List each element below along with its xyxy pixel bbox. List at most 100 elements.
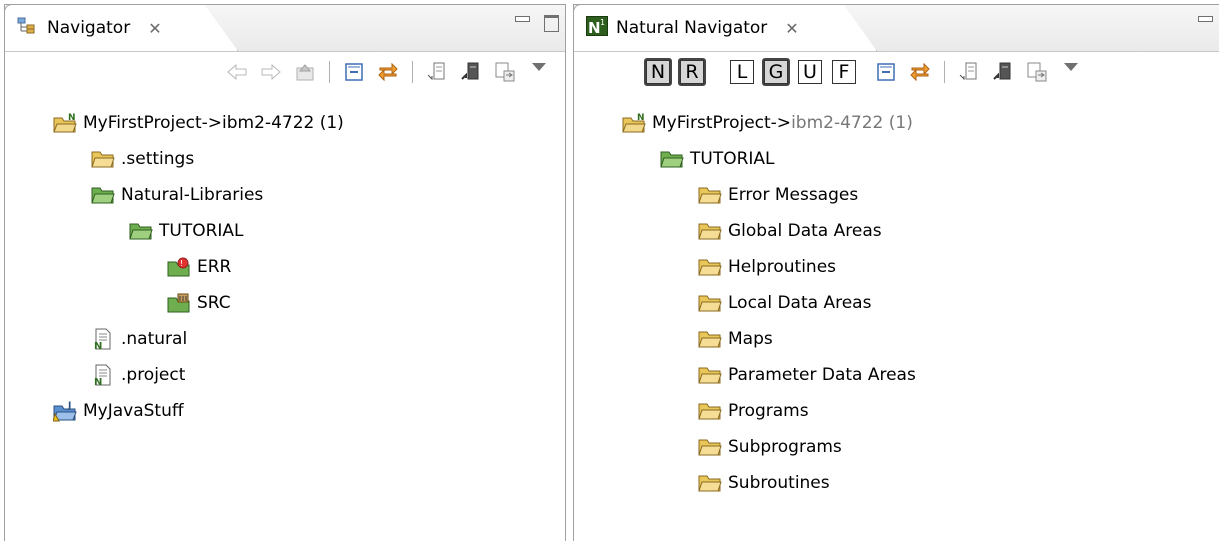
tree-node-label: .project bbox=[121, 365, 186, 385]
tab-title: Natural Navigator bbox=[616, 18, 768, 38]
toolbar-separator bbox=[412, 61, 413, 83]
filter-letter: G bbox=[764, 60, 788, 84]
svg-text:1: 1 bbox=[600, 18, 605, 27]
link-with-editor-icon[interactable] bbox=[376, 60, 400, 84]
source-folder-icon bbox=[167, 292, 191, 314]
toolbar-separator bbox=[329, 61, 330, 83]
maximize-icon[interactable] bbox=[544, 15, 559, 32]
object-group-node[interactable]: Parameter Data Areas bbox=[698, 359, 916, 391]
tab-navigator[interactable]: Navigator ✕ bbox=[4, 4, 238, 51]
project-separator: -> bbox=[770, 113, 792, 133]
link-with-editor-icon[interactable] bbox=[908, 60, 932, 84]
object-group-node[interactable]: Error Messages bbox=[698, 179, 858, 211]
synchronize-icon[interactable] bbox=[493, 60, 517, 84]
close-icon[interactable]: ✕ bbox=[148, 19, 161, 38]
natural-navigator-icon: N1 bbox=[586, 16, 608, 41]
tree-node-label: TUTORIAL bbox=[159, 221, 244, 241]
object-group-node[interactable]: Local Data Areas bbox=[698, 287, 871, 319]
natural-navigator-view: N1 Natural Navigator ✕ NRLGUF N MyFirstP… bbox=[573, 4, 1219, 541]
svg-text:N: N bbox=[94, 377, 102, 386]
filter-button-l[interactable]: L bbox=[728, 58, 756, 86]
folder-yellow-icon bbox=[698, 472, 722, 494]
filter-letter: L bbox=[730, 60, 754, 84]
tree-node-label: .natural bbox=[121, 329, 188, 349]
natural-file-icon: N bbox=[91, 328, 115, 350]
natural-project-icon: N bbox=[622, 112, 646, 134]
folder-yellow-icon bbox=[698, 220, 722, 242]
navigator-toolbar bbox=[5, 52, 565, 92]
filter-letter: N bbox=[646, 60, 670, 84]
object-group-label: Global Data Areas bbox=[728, 221, 882, 241]
minimize-icon[interactable] bbox=[515, 15, 530, 22]
object-group-node[interactable]: Global Data Areas bbox=[698, 215, 882, 247]
folder-green-icon bbox=[91, 184, 115, 206]
filter-button-g[interactable]: G bbox=[762, 58, 790, 86]
close-icon[interactable]: ✕ bbox=[785, 19, 798, 38]
tab-natural-navigator[interactable]: N1 Natural Navigator ✕ bbox=[573, 4, 877, 51]
object-group-label: Parameter Data Areas bbox=[728, 365, 916, 385]
view-menu-icon[interactable] bbox=[527, 60, 551, 84]
view-menu-icon[interactable] bbox=[1059, 60, 1083, 84]
tree-node[interactable]: SRC bbox=[167, 287, 231, 319]
collapse-all-icon[interactable] bbox=[874, 60, 898, 84]
tree-node[interactable]: J MyJavaStuff bbox=[53, 395, 184, 427]
tree-node[interactable]: TUTORIAL bbox=[129, 215, 244, 247]
natural-file-icon: N bbox=[91, 364, 115, 386]
tree-node[interactable]: N .project bbox=[91, 359, 185, 391]
navigator-tree: N MyFirstProject->ibm2-4722 (1) .settings N… bbox=[5, 93, 565, 541]
project-node[interactable]: N MyFirstProject->ibm2-4722 (1) bbox=[622, 107, 913, 139]
tree-node-label: ERR bbox=[197, 257, 232, 277]
tree-node[interactable]: Natural-Libraries bbox=[91, 179, 263, 211]
folder-yellow-icon bbox=[698, 256, 722, 278]
filter-letter: R bbox=[680, 60, 704, 84]
back-icon[interactable] bbox=[225, 60, 249, 84]
library-label: TUTORIAL bbox=[690, 149, 775, 169]
download-icon[interactable] bbox=[957, 60, 981, 84]
svg-text:N: N bbox=[588, 19, 601, 36]
tree-node[interactable]: .settings bbox=[91, 143, 194, 175]
natural-project-icon: N bbox=[53, 112, 77, 134]
filter-button-f[interactable]: F bbox=[830, 58, 858, 86]
tree-node-label: SRC bbox=[197, 293, 231, 313]
svg-text:N: N bbox=[94, 341, 102, 350]
tree-node-label: MyFirstProject->ibm2-4722 (1) bbox=[83, 113, 344, 133]
minimize-icon[interactable] bbox=[1198, 15, 1213, 22]
folder-yellow-icon bbox=[698, 184, 722, 206]
svg-text:N: N bbox=[637, 113, 645, 123]
toolbar-separator bbox=[944, 61, 945, 83]
navigator-view: Navigator ✕ N MyFirstProject->ibm2-4722 (… bbox=[4, 4, 566, 541]
svg-text:!: ! bbox=[180, 259, 183, 268]
natural-navigator-tabstrip: N1 Natural Navigator ✕ bbox=[574, 5, 1219, 52]
tree-node-label: .settings bbox=[121, 149, 195, 169]
download-icon[interactable] bbox=[425, 60, 449, 84]
object-group-label: Local Data Areas bbox=[728, 293, 872, 313]
upload-icon[interactable] bbox=[459, 60, 483, 84]
filter-button-n[interactable]: N bbox=[644, 58, 672, 86]
filter-button-u[interactable]: U bbox=[796, 58, 824, 86]
folder-open-icon bbox=[91, 148, 115, 170]
synchronize-icon[interactable] bbox=[1025, 60, 1049, 84]
object-group-label: Helproutines bbox=[728, 257, 837, 277]
object-group-node[interactable]: Programs bbox=[698, 395, 809, 427]
java-project-icon: J bbox=[53, 400, 77, 422]
object-group-label: Subroutines bbox=[728, 473, 830, 493]
filter-letter: F bbox=[832, 60, 856, 84]
object-group-node[interactable]: Subprograms bbox=[698, 431, 842, 463]
collapse-all-icon[interactable] bbox=[342, 60, 366, 84]
navigator-icon bbox=[17, 17, 39, 40]
folder-yellow-icon bbox=[698, 436, 722, 458]
up-icon[interactable] bbox=[293, 60, 317, 84]
forward-icon[interactable] bbox=[259, 60, 283, 84]
project-server: ibm2-4722 (1) bbox=[791, 113, 913, 133]
folder-yellow-icon bbox=[698, 400, 722, 422]
tree-node[interactable]: ! ERR bbox=[167, 251, 231, 283]
upload-icon[interactable] bbox=[991, 60, 1015, 84]
tree-node[interactable]: N .natural bbox=[91, 323, 187, 355]
object-group-node[interactable]: Maps bbox=[698, 323, 773, 355]
tree-node[interactable]: N MyFirstProject->ibm2-4722 (1) bbox=[53, 107, 344, 139]
svg-text:N: N bbox=[68, 113, 76, 123]
filter-button-r[interactable]: R bbox=[678, 58, 706, 86]
library-node[interactable]: TUTORIAL bbox=[660, 143, 775, 175]
object-group-node[interactable]: Helproutines bbox=[698, 251, 836, 283]
object-group-node[interactable]: Subroutines bbox=[698, 467, 830, 499]
